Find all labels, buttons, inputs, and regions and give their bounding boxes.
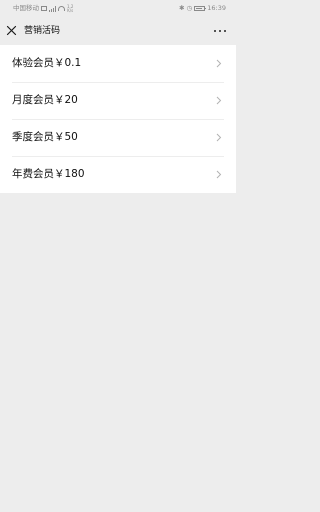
status-right-group: ✱ ◷ 16:39 (179, 0, 226, 17)
list-item-label: 体验会员￥0.1 (12, 57, 82, 69)
chevron-right-icon (216, 59, 222, 68)
list-item-annual[interactable]: 年费会员￥180 (0, 156, 236, 193)
wifi-icon (58, 6, 65, 11)
nav-bar: 营销活码 (0, 17, 236, 45)
status-bar: 中国移动 1.2 K/s ✱ ◷ 16:39 (0, 0, 236, 17)
alarm-icon: ◷ (186, 4, 193, 12)
list-item-label: 月度会员￥20 (12, 94, 78, 106)
membership-list: 体验会员￥0.1 月度会员￥20 季度会员￥50 年费会员￥180 (0, 45, 236, 193)
status-time: 16:39 (207, 4, 226, 12)
list-item-label: 季度会员￥50 (12, 131, 78, 143)
net-speed-unit: K/s (67, 7, 74, 13)
list-item-monthly[interactable]: 月度会员￥20 (0, 82, 236, 119)
close-icon[interactable] (6, 25, 17, 36)
carrier-name: 中国移动 (13, 4, 39, 12)
status-left-group: 中国移动 1.2 K/s (13, 0, 73, 17)
chevron-right-icon (216, 133, 222, 142)
list-item-trial[interactable]: 体验会员￥0.1 (0, 45, 236, 82)
list-item-label: 年费会员￥180 (12, 168, 85, 180)
more-icon[interactable] (214, 26, 226, 36)
chevron-right-icon (216, 96, 222, 105)
chevron-right-icon (216, 170, 222, 179)
list-item-quarterly[interactable]: 季度会员￥50 (0, 119, 236, 156)
bluetooth-icon: ✱ (179, 4, 185, 12)
signal-icon (49, 5, 56, 12)
page-title: 营销活码 (24, 26, 61, 36)
battery-icon (194, 6, 207, 11)
hd-icon (41, 6, 47, 11)
net-speed: 1.2 K/s (67, 4, 74, 13)
